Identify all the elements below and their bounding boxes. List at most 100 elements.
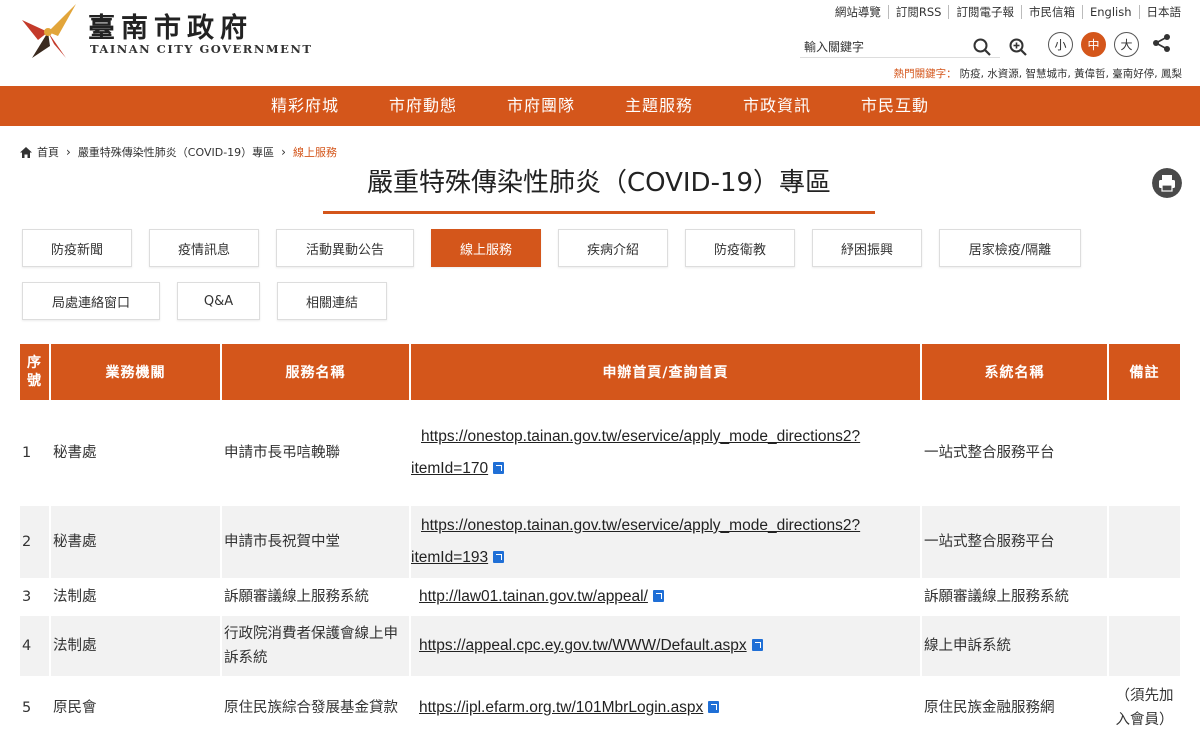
- chevron-right-icon: ›: [281, 145, 286, 159]
- cell-note: [1107, 614, 1182, 678]
- cell-agency: 原民會: [49, 676, 222, 740]
- cell-agency: 法制處: [49, 578, 222, 616]
- tab-online-services[interactable]: 線上服務: [431, 229, 541, 267]
- nav-item-news[interactable]: 市府動態: [364, 86, 482, 126]
- top-link-rss[interactable]: 訂閱RSS: [887, 5, 949, 19]
- col-header-agency: 業務機關: [49, 342, 222, 402]
- col-header-seq: 序號: [18, 342, 51, 402]
- cell-seq: 3: [18, 578, 51, 616]
- service-link-cont[interactable]: itemId=170: [411, 460, 488, 477]
- nav-item-info[interactable]: 市政資訊: [718, 86, 836, 126]
- col-header-service: 服務名稱: [220, 342, 411, 402]
- top-link-english[interactable]: English: [1081, 5, 1139, 19]
- cell-service: 申請市長祝賀中堂: [220, 504, 411, 580]
- cell-service: 行政院消費者保護會線上申訴系統: [220, 614, 411, 678]
- cell-system: 訴願審議線上服務系統: [920, 578, 1109, 616]
- hot-keywords-label: 熱門關鍵字：: [893, 68, 957, 80]
- top-link-mailbox[interactable]: 市民信箱: [1020, 5, 1082, 19]
- external-link-icon: [652, 590, 664, 602]
- share-icon[interactable]: [1152, 33, 1172, 53]
- external-link-icon: [751, 639, 763, 651]
- tab-event-notice[interactable]: 活動異動公告: [276, 229, 414, 267]
- breadcrumb: 首頁 › 嚴重特殊傳染性肺炎（COVID-19）專區 › 線上服務: [20, 144, 337, 160]
- cell-service: 原住民族綜合發展基金貸款: [220, 676, 411, 740]
- table-row: 2 秘書處 申請市長祝賀中堂 https://onestop.tainan.go…: [18, 504, 1182, 580]
- cell-note: [1107, 578, 1182, 616]
- cell-agency: 秘書處: [49, 400, 222, 506]
- nav-item-interaction[interactable]: 市民互動: [836, 86, 954, 126]
- tab-disease-intro[interactable]: 疾病介紹: [558, 229, 668, 267]
- external-link-icon: [493, 551, 505, 563]
- tab-quarantine[interactable]: 居家檢疫/隔離: [939, 229, 1081, 267]
- tainan-logo-icon[interactable]: [18, 2, 82, 60]
- cell-system: 一站式整合服務平台: [920, 504, 1109, 580]
- tab-epidemic-info[interactable]: 疫情訊息: [149, 229, 259, 267]
- search-input[interactable]: [800, 36, 1000, 58]
- col-header-note: 備註: [1107, 342, 1182, 402]
- external-link-icon: [493, 462, 505, 474]
- cell-url: http://law01.tainan.gov.tw/appeal/: [409, 578, 922, 616]
- cell-system: 一站式整合服務平台: [920, 400, 1109, 506]
- tab-news[interactable]: 防疫新聞: [22, 229, 132, 267]
- service-link-cont[interactable]: itemId=193: [411, 549, 488, 566]
- font-size-large-button[interactable]: 大: [1114, 32, 1139, 57]
- page-title: 嚴重特殊傳染性肺炎（COVID-19）專區: [323, 162, 875, 214]
- top-links: 網站導覽 訂閱RSS 訂閱電子報 市民信箱 English 日本語: [828, 5, 1188, 19]
- cell-url: https://onestop.tainan.gov.tw/eservice/a…: [409, 400, 922, 506]
- service-link[interactable]: http://law01.tainan.gov.tw/appeal/: [419, 588, 648, 605]
- tab-health-education[interactable]: 防疫衛教: [685, 229, 795, 267]
- site-title-cn[interactable]: 臺南市政府: [88, 6, 253, 45]
- cell-seq: 4: [18, 614, 51, 678]
- zoom-in-icon[interactable]: [1008, 37, 1028, 57]
- font-size-medium-button[interactable]: 中: [1081, 32, 1106, 57]
- top-link-japanese[interactable]: 日本語: [1138, 5, 1189, 19]
- nav-item-scenic[interactable]: 精彩府城: [246, 86, 364, 126]
- search-icon[interactable]: [972, 37, 992, 57]
- site-title-en[interactable]: TAINAN CITY GOVERNMENT: [90, 42, 312, 56]
- cell-seq: 2: [18, 504, 51, 580]
- service-link[interactable]: https://appeal.cpc.ey.gov.tw/WWW/Default…: [419, 637, 747, 654]
- breadcrumb-home[interactable]: 首頁: [37, 144, 59, 160]
- cell-service: 申請市長弔唁輓聯: [220, 400, 411, 506]
- external-link-icon: [708, 701, 720, 713]
- tab-qa[interactable]: Q&A: [177, 282, 260, 320]
- service-link[interactable]: https://ipl.efarm.org.tw/101MbrLogin.asp…: [419, 699, 703, 716]
- cell-seq: 5: [18, 676, 51, 740]
- table-row: 5 原民會 原住民族綜合發展基金貸款 https://ipl.efarm.org…: [18, 676, 1182, 740]
- nav-item-team[interactable]: 市府團隊: [482, 86, 600, 126]
- tab-contacts[interactable]: 局處連絡窗口: [22, 282, 160, 320]
- table-row: 3 法制處 訴願審議線上服務系統 http://law01.tainan.gov…: [18, 578, 1182, 616]
- tab-related-links[interactable]: 相關連結: [277, 282, 387, 320]
- top-link-sitemap[interactable]: 網站導覽: [828, 5, 888, 19]
- hot-keywords-list[interactable]: 防疫, 水資源, 智慧城市, 黃偉哲, 臺南好停, 鳳梨: [960, 68, 1182, 80]
- service-link[interactable]: https://onestop.tainan.gov.tw/eservice/a…: [421, 428, 860, 445]
- main-nav: 精彩府城 市府動態 市府團隊 主題服務 市政資訊 市民互動: [0, 86, 1200, 126]
- top-link-newsletter[interactable]: 訂閱電子報: [948, 5, 1021, 19]
- cell-seq: 1: [18, 400, 51, 506]
- table-row: 4 法制處 行政院消費者保護會線上申訴系統 https://appeal.cpc…: [18, 614, 1182, 678]
- breadcrumb-current: 線上服務: [292, 146, 337, 159]
- tab-relief[interactable]: 紓困振興: [812, 229, 922, 267]
- cell-agency: 法制處: [49, 614, 222, 678]
- site-header: 臺南市政府 TAINAN CITY GOVERNMENT 網站導覽 訂閱RSS …: [0, 0, 1200, 86]
- cell-url: https://onestop.tainan.gov.tw/eservice/a…: [409, 504, 922, 580]
- print-icon[interactable]: [1152, 168, 1182, 198]
- cell-note: [1107, 400, 1182, 506]
- cell-note: [1107, 504, 1182, 580]
- cell-note: （須先加入會員）: [1107, 676, 1182, 740]
- service-link[interactable]: https://onestop.tainan.gov.tw/eservice/a…: [421, 517, 860, 534]
- breadcrumb-section[interactable]: 嚴重特殊傳染性肺炎（COVID-19）專區: [78, 144, 274, 160]
- chevron-right-icon: ›: [66, 145, 71, 159]
- table-header-row: 序號 業務機關 服務名稱 申辦首頁/查詢首頁 系統名稱 備註: [18, 342, 1182, 402]
- col-header-url: 申辦首頁/查詢首頁: [409, 342, 922, 402]
- hot-keywords: 熱門關鍵字： 防疫, 水資源, 智慧城市, 黃偉哲, 臺南好停, 鳳梨: [894, 66, 1182, 81]
- cell-system: 原住民族金融服務網: [920, 676, 1109, 740]
- table-row: 1 秘書處 申請市長弔唁輓聯 https://onestop.tainan.go…: [18, 400, 1182, 506]
- cell-agency: 秘書處: [49, 504, 222, 580]
- cell-service: 訴願審議線上服務系統: [220, 578, 411, 616]
- cell-url: https://appeal.cpc.ey.gov.tw/WWW/Default…: [409, 614, 922, 678]
- nav-item-services[interactable]: 主題服務: [600, 86, 718, 126]
- home-icon[interactable]: [20, 146, 32, 158]
- cell-url: https://ipl.efarm.org.tw/101MbrLogin.asp…: [409, 676, 922, 740]
- font-size-small-button[interactable]: 小: [1048, 32, 1073, 57]
